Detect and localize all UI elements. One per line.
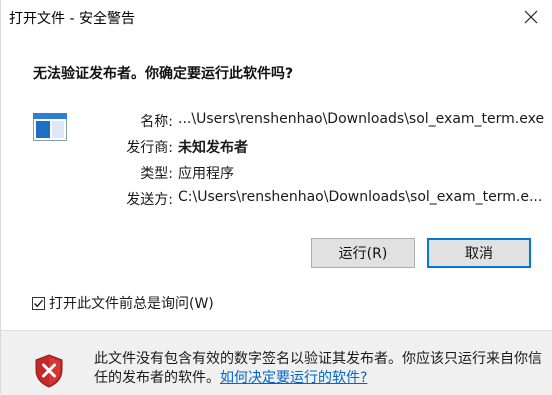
name-label: 名称:	[140, 114, 173, 130]
check-icon	[34, 299, 44, 307]
publisher-row: 发行商: 未知发布者	[1, 137, 552, 157]
warning-heading: 无法验证发布者。你确定要运行此软件吗?	[33, 66, 294, 82]
security-warning-dialog: 打开文件 - 安全警告 无法验证发布者。你确定要运行此软件吗? 名称: ...\…	[0, 0, 552, 395]
close-button[interactable]	[509, 0, 552, 34]
type-label: 类型:	[140, 166, 173, 182]
close-icon	[524, 10, 538, 24]
cancel-button[interactable]: 取消	[427, 238, 531, 268]
decide-software-link[interactable]: 如何决定要运行的软件?	[220, 370, 367, 386]
type-value: 应用程序	[178, 166, 234, 182]
type-row: 类型: 应用程序	[1, 163, 552, 183]
from-row: 发送方: C:\Users\renshenhao\Downloads\sol_e…	[1, 189, 552, 209]
footer-panel: 此文件没有包含有效的数字签名以验证其发布者。你应该只运行来自你信任的发布者的软件…	[1, 330, 552, 395]
always-ask-option[interactable]: 打开此文件前总是询问(W)	[32, 293, 214, 313]
warning-message: 此文件没有包含有效的数字签名以验证其发布者。你应该只运行来自你信任的发布者的软件…	[94, 350, 544, 388]
title-bar: 打开文件 - 安全警告	[1, 0, 552, 36]
name-row: 名称: ...\Users\renshenhao\Downloads\sol_e…	[1, 111, 552, 131]
run-button[interactable]: 运行(R)	[311, 238, 415, 268]
window-title: 打开文件 - 安全警告	[9, 11, 135, 27]
always-ask-label: 打开此文件前总是询问(W)	[49, 296, 214, 312]
from-label: 发送方:	[126, 192, 173, 208]
publisher-label: 发行商:	[126, 140, 173, 156]
from-value: C:\Users\renshenhao\Downloads\sol_exam_t…	[178, 189, 543, 205]
name-value: ...\Users\renshenhao\Downloads\sol_exam_…	[178, 111, 545, 127]
always-ask-checkbox[interactable]	[32, 296, 45, 310]
red-shield-x-icon	[35, 354, 63, 388]
publisher-value: 未知发布者	[178, 140, 248, 156]
